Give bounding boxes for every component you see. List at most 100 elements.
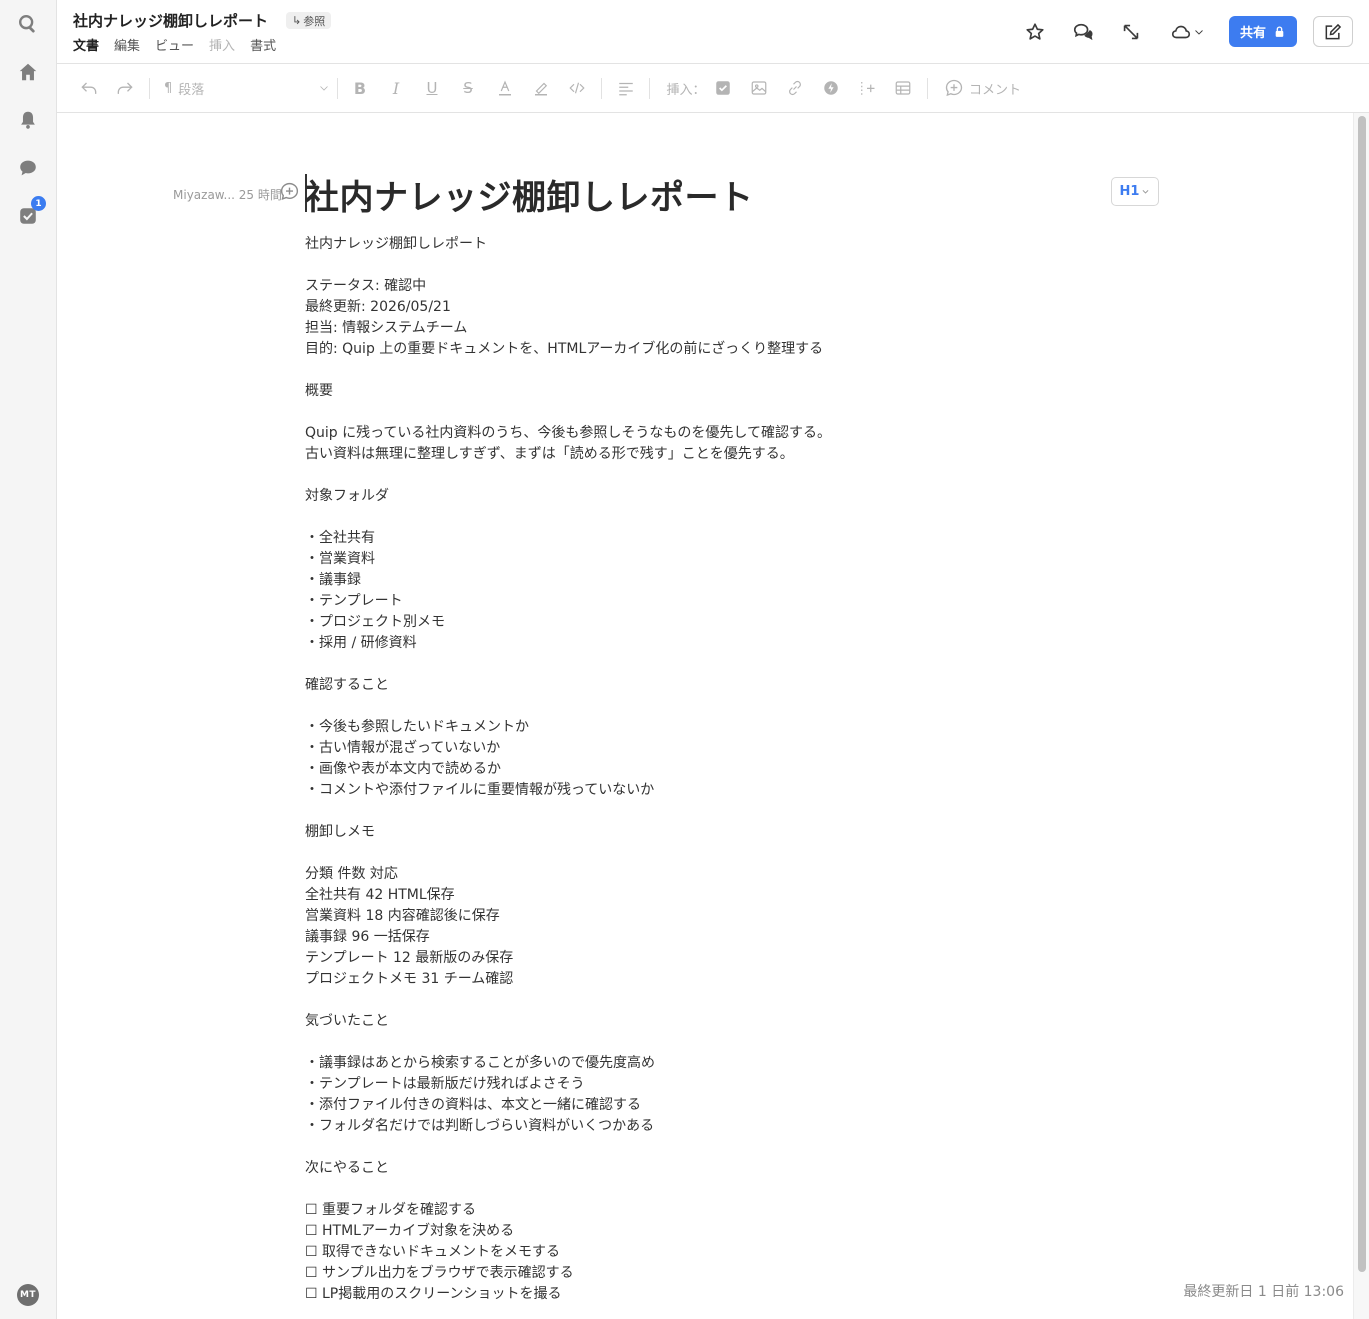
document-line[interactable]: ☐ 取得できないドキュメントをメモする <box>305 1242 831 1263</box>
document-line[interactable]: ☐ サンプル出力をブラウザで表示確認する <box>305 1263 831 1284</box>
strikethrough-icon[interactable]: S <box>460 78 476 98</box>
document-line[interactable]: ・プロジェクト別メモ <box>305 612 831 633</box>
format-toolbar: ¶ 段落 B I U S 挿入： コメント <box>57 64 1369 113</box>
empty-line[interactable] <box>305 696 831 717</box>
live-app-icon[interactable] <box>822 78 840 98</box>
document-line[interactable]: ・議事録 <box>305 570 831 591</box>
document-line[interactable]: 対象フォルダ <box>305 486 831 507</box>
document-line[interactable]: 担当: 情報システムチーム <box>305 318 831 339</box>
empty-line[interactable] <box>305 360 831 381</box>
italic-icon[interactable]: I <box>388 78 404 98</box>
toolbar-divider <box>337 78 338 99</box>
document-line[interactable]: ・フォルダ名だけでは判断しづらい資料がいくつかある <box>305 1116 831 1137</box>
document-line[interactable]: 社内ナレッジ棚卸しレポート <box>305 234 831 255</box>
empty-line[interactable] <box>305 990 831 1011</box>
add-comment-icon[interactable] <box>279 181 300 202</box>
document-line[interactable]: 気づいたこと <box>305 1011 831 1032</box>
empty-line[interactable] <box>305 654 831 675</box>
chat-icon[interactable] <box>14 154 42 182</box>
document-line[interactable]: ・営業資料 <box>305 549 831 570</box>
document-line[interactable]: ステータス: 確認中 <box>305 276 831 297</box>
empty-line[interactable] <box>305 801 831 822</box>
menu-document[interactable]: 文書 <box>73 35 99 54</box>
document-line[interactable]: プロジェクトメモ 31 チーム確認 <box>305 969 831 990</box>
document-line[interactable]: ・古い情報が混ざっていないか <box>305 738 831 759</box>
empty-line[interactable] <box>305 843 831 864</box>
document-line[interactable]: ・今後も参照したいドキュメントか <box>305 717 831 738</box>
document-line[interactable]: 概要 <box>305 381 831 402</box>
compose-button[interactable] <box>1313 16 1353 47</box>
underline-icon[interactable]: U <box>424 78 440 98</box>
document-line[interactable]: Quip に残っている社内資料のうち、今後も参照しそうなものを優先して確認する。 <box>305 423 831 444</box>
scrollbar-thumb[interactable] <box>1358 116 1366 1272</box>
undo-icon[interactable] <box>78 78 100 98</box>
bell-icon[interactable] <box>14 106 42 134</box>
empty-line[interactable] <box>305 402 831 423</box>
toolbar-divider <box>601 78 602 99</box>
empty-line[interactable] <box>305 1179 831 1200</box>
document-line[interactable]: 営業資料 18 内容確認後に保存 <box>305 906 831 927</box>
live-apps-menu[interactable] <box>1165 18 1209 46</box>
document-line[interactable]: ・画像や表が本文内で読めるか <box>305 759 831 780</box>
document-line[interactable]: ・採用 / 研修資料 <box>305 633 831 654</box>
document-line[interactable]: 議事録 96 一括保存 <box>305 927 831 948</box>
text-color-icon[interactable] <box>496 78 514 98</box>
document-line[interactable]: ☐ HTMLアーカイブ対象を決める <box>305 1221 831 1242</box>
redo-icon[interactable] <box>114 78 136 98</box>
link-icon[interactable] <box>786 78 804 98</box>
empty-line[interactable] <box>305 507 831 528</box>
empty-line[interactable] <box>305 1032 831 1053</box>
heading-style-selector[interactable]: H1 <box>1111 177 1159 206</box>
document-line[interactable]: ・添付ファイル付きの資料は、本文と一緒に確認する <box>305 1095 831 1116</box>
menu-format[interactable]: 書式 <box>250 35 276 54</box>
document-title[interactable]: 社内ナレッジ棚卸しレポート <box>73 10 268 31</box>
bold-icon[interactable]: B <box>352 78 368 98</box>
document-line[interactable]: 全社共有 42 HTML保存 <box>305 885 831 906</box>
document-line[interactable]: ☐ 重要フォルダを確認する <box>305 1200 831 1221</box>
document-line[interactable]: 次にやること <box>305 1158 831 1179</box>
menu-view[interactable]: ビュー <box>155 35 194 54</box>
tasks-icon[interactable]: 1 <box>14 196 46 230</box>
document-line[interactable]: 確認すること <box>305 675 831 696</box>
reply-arrow-icon: ↳ <box>292 14 302 27</box>
document-line[interactable]: ・テンプレートは最新版だけ残ればよさそう <box>305 1074 831 1095</box>
empty-line[interactable] <box>305 1137 831 1158</box>
search-icon[interactable] <box>14 10 42 38</box>
code-icon[interactable] <box>567 78 587 98</box>
document-line[interactable]: ・議事録はあとから検索することが多いので優先度高め <box>305 1053 831 1074</box>
paragraph-style-select[interactable]: ¶ 段落 <box>164 78 330 98</box>
reference-chip[interactable]: ↳ 参照 <box>286 12 332 29</box>
document-line[interactable]: 分類 件数 対応 <box>305 864 831 885</box>
home-icon[interactable] <box>14 58 42 86</box>
document-line[interactable]: ・テンプレート <box>305 591 831 612</box>
document-line[interactable]: ☐ LP掲載用のスクリーンショットを撮る <box>305 1284 831 1305</box>
expand-icon[interactable] <box>1117 18 1145 46</box>
heading-title[interactable]: 社内ナレッジ棚卸しレポート <box>305 170 754 219</box>
align-left-icon[interactable] <box>616 78 636 98</box>
document-line[interactable]: 最終更新: 2026/05/21 <box>305 297 831 318</box>
star-icon[interactable] <box>1021 18 1049 46</box>
chevron-down-icon <box>1143 190 1149 194</box>
document-line[interactable]: ・コメントや添付ファイルに重要情報が残っていないか <box>305 780 831 801</box>
menu-edit[interactable]: 編集 <box>114 35 140 54</box>
vertical-scrollbar[interactable] <box>1353 113 1369 1319</box>
document-line[interactable]: 棚卸しメモ <box>305 822 831 843</box>
empty-line[interactable] <box>305 465 831 486</box>
image-icon[interactable] <box>750 78 768 98</box>
document-line[interactable]: 目的: Quip 上の重要ドキュメントを、HTMLアーカイブ化の前にざっくり整理… <box>305 339 831 360</box>
insert-more-icon[interactable] <box>858 78 876 98</box>
table-icon[interactable] <box>894 78 912 98</box>
avatar[interactable]: MT <box>17 1284 39 1306</box>
document-line[interactable]: テンプレート 12 最新版のみ保存 <box>305 948 831 969</box>
document-body[interactable]: 社内ナレッジ棚卸しレポート ステータス: 確認中 最終更新: 2026/05/21 担… <box>305 234 831 1305</box>
document-line[interactable]: ・全社共有 <box>305 528 831 549</box>
menu-insert[interactable]: 挿入 <box>209 35 235 54</box>
conversation-icon[interactable] <box>1069 18 1097 46</box>
document-line[interactable]: 古い資料は無理に整理しすぎず、まずは「読める形で残す」ことを優先する。 <box>305 444 831 465</box>
toolbar-divider <box>927 78 928 99</box>
checkbox-icon[interactable] <box>714 78 732 98</box>
add-comment-button[interactable]: コメント <box>944 78 1028 98</box>
highlight-icon[interactable] <box>532 78 550 98</box>
empty-line[interactable] <box>305 255 831 276</box>
share-button[interactable]: 共有 <box>1229 16 1297 47</box>
